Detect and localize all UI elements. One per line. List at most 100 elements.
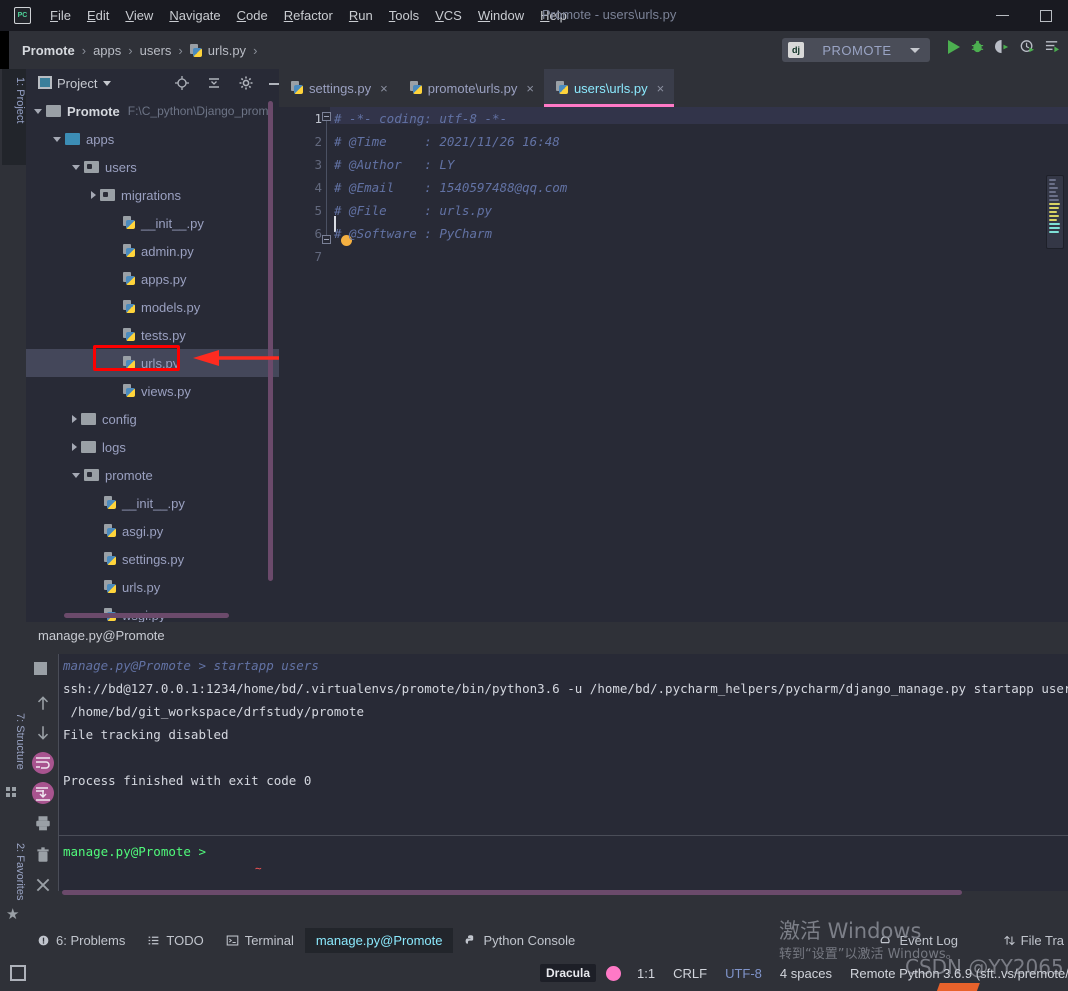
tree-item[interactable]: apps — [26, 125, 279, 153]
code-minimap[interactable] — [1046, 175, 1064, 249]
tree-item[interactable]: config — [26, 405, 279, 433]
breadcrumb-item-users[interactable]: users — [140, 43, 172, 58]
chevron-down-icon[interactable] — [72, 165, 80, 170]
scroll-to-end-icon[interactable] — [32, 782, 54, 804]
bottom-tab-manage-py-promote[interactable]: manage.py@Promote — [305, 928, 454, 953]
project-horizontal-scrollbar[interactable] — [64, 613, 229, 618]
close-icon[interactable]: × — [526, 81, 534, 96]
menu-item-code[interactable]: Code — [229, 6, 276, 25]
close-icon[interactable]: × — [657, 81, 665, 96]
menu-item-refactor[interactable]: Refactor — [276, 6, 341, 25]
tree-item[interactable]: apps.py — [26, 265, 279, 293]
tree-item[interactable]: urls.py — [26, 573, 279, 601]
console-output[interactable]: manage.py@Promote > startapp users ssh://… — [58, 654, 1068, 891]
fold-collapse-icon[interactable] — [322, 112, 331, 121]
up-arrow-icon[interactable] — [34, 694, 52, 712]
chevron-right-icon[interactable] — [72, 443, 77, 451]
sidebar-tab-project[interactable]: 1: Project — [2, 69, 26, 165]
down-arrow-icon[interactable] — [34, 724, 52, 742]
chevron-down-icon[interactable] — [34, 109, 42, 114]
code-line: # @Software : PyCharm — [334, 222, 1068, 245]
chevron-down-icon[interactable] — [103, 81, 111, 86]
run-icon[interactable] — [948, 40, 960, 54]
soft-wrap-icon[interactable] — [32, 752, 54, 774]
editor-tab[interactable]: users\urls.py × — [544, 69, 674, 107]
status-encoding[interactable]: UTF-8 — [725, 966, 762, 981]
chevron-down-icon[interactable] — [72, 473, 80, 478]
profile-icon[interactable] — [1020, 39, 1035, 54]
status-interpreter[interactable]: Remote Python 3.6.9 (sft..vs/premote/bin… — [850, 966, 1068, 981]
status-bar: Dracula 1:1 CRLF UTF-8 4 spaces Remote P… — [0, 955, 1068, 991]
show-tool-windows-icon[interactable] — [10, 965, 26, 981]
tree-item[interactable]: promote — [26, 461, 279, 489]
breadcrumb-item-Promote[interactable]: Promote — [22, 43, 75, 58]
editor-tab[interactable]: settings.py × — [279, 69, 398, 107]
breadcrumb-item-apps[interactable]: apps — [93, 43, 121, 58]
minimize-button[interactable] — [980, 0, 1024, 31]
bottom-tab-label: Python Console — [483, 933, 575, 948]
close-icon[interactable]: × — [380, 81, 388, 96]
chevron-down-icon[interactable] — [53, 137, 61, 142]
sidebar-tab-favorites[interactable]: 2: Favorites — [0, 837, 26, 906]
editor-tab-label: users\urls.py — [574, 81, 648, 96]
maximize-button[interactable] — [1024, 0, 1068, 31]
console-horizontal-scrollbar[interactable] — [62, 890, 962, 895]
tree-item[interactable]: __init__.py — [26, 489, 279, 517]
tree-item[interactable]: asgi.py — [26, 517, 279, 545]
tree-item[interactable]: settings.py — [26, 545, 279, 573]
chevron-right-icon[interactable] — [91, 191, 96, 199]
run-coverage-icon[interactable] — [995, 39, 1010, 54]
tree-item[interactable]: migrations — [26, 181, 279, 209]
tree-item[interactable]: admin.py — [26, 237, 279, 265]
close-icon[interactable] — [34, 876, 52, 894]
menu-item-vcs[interactable]: VCS — [427, 6, 470, 25]
bottom-tab-todo[interactable]: TODO — [136, 928, 214, 953]
breadcrumb-item-urls-py[interactable]: urls.py — [190, 43, 246, 58]
status-indent[interactable]: 4 spaces — [780, 966, 832, 981]
debug-icon[interactable] — [970, 39, 985, 54]
menu-item-window[interactable]: Window — [470, 6, 532, 25]
chevron-right-icon[interactable] — [72, 415, 77, 423]
tree-item[interactable]: Promote F:\C_python\Django_prom — [26, 97, 279, 125]
menu-item-tools[interactable]: Tools — [381, 6, 427, 25]
bottom-tab-6-problems[interactable]: 6: Problems — [26, 928, 136, 953]
django-icon: dj — [788, 42, 804, 58]
gear-icon[interactable] — [238, 75, 254, 91]
bottom-tool-items: 6: Problems TODO Terminal manage.py@Promote… — [26, 928, 586, 953]
module-folder-icon — [84, 161, 99, 173]
bottom-tab-terminal[interactable]: Terminal — [215, 928, 305, 953]
status-line-separator[interactable]: CRLF — [673, 966, 707, 981]
stop-icon[interactable] — [34, 662, 47, 675]
bottom-tab-python-console[interactable]: Python Console — [453, 928, 586, 953]
sidebar-tab-structure[interactable]: 7: Structure — [0, 707, 26, 776]
run-with-parameters-icon[interactable] — [1045, 39, 1060, 54]
code-editor[interactable]: 1 2 3 4 5 6 7 # -*- coding: utf-8 -*- # @Time :… — [279, 107, 1068, 622]
menu-item-view[interactable]: View — [117, 6, 161, 25]
locate-icon[interactable] — [174, 75, 190, 91]
run-configuration-selector[interactable]: dj PROMOTE — [782, 38, 930, 62]
tree-item[interactable]: views.py — [26, 377, 279, 405]
module-folder-icon — [100, 189, 115, 201]
fold-end-icon[interactable] — [322, 235, 331, 244]
minimap-line — [1049, 179, 1056, 181]
editor-tab[interactable]: promote\urls.py × — [398, 69, 544, 107]
file-transfer-button[interactable]: File Tra — [1003, 925, 1064, 955]
menu-item-navigate[interactable]: Navigate — [161, 6, 228, 25]
tree-item[interactable]: users — [26, 153, 279, 181]
menu-item-file[interactable]: File — [42, 6, 79, 25]
status-caret-position[interactable]: 1:1 — [637, 966, 655, 981]
tree-item[interactable]: models.py — [26, 293, 279, 321]
status-theme[interactable]: Dracula — [540, 964, 596, 982]
trash-icon[interactable] — [34, 846, 52, 864]
navigation-bar: Promote › apps › users › urls.py › dj PROMOTE — [0, 31, 1068, 69]
event-log-button[interactable]: Event Log — [879, 925, 958, 955]
print-icon[interactable] — [34, 814, 52, 832]
tree-item[interactable]: __init__.py — [26, 209, 279, 237]
collapse-all-icon[interactable] — [206, 75, 222, 91]
line-number: 7 — [314, 249, 322, 264]
tree-item[interactable]: logs — [26, 433, 279, 461]
menu-item-run[interactable]: Run — [341, 6, 381, 25]
menu-item-edit[interactable]: Edit — [79, 6, 117, 25]
project-vertical-scrollbar[interactable] — [268, 101, 273, 581]
python-file-icon — [123, 272, 136, 286]
